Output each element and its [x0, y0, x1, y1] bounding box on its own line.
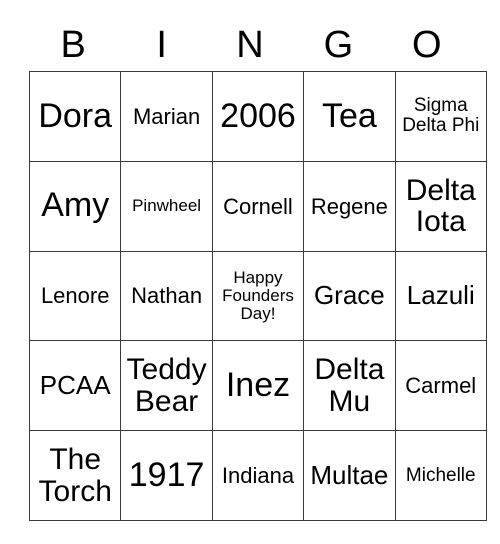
- bingo-header-letter-o: O: [412, 23, 442, 66]
- bingo-cell-label: Inez: [225, 365, 291, 404]
- bingo-cell-label: Lenore: [40, 283, 110, 309]
- bingo-row: The Torch 1917 Indiana Multae Michelle: [28, 430, 487, 521]
- bingo-header-letter-b: B: [60, 23, 86, 66]
- bingo-cell[interactable]: Pinwheel: [120, 160, 213, 252]
- bingo-cell-label: Multae: [310, 459, 389, 490]
- bingo-cell[interactable]: The Torch: [28, 430, 122, 521]
- bingo-cell[interactable]: Indiana: [211, 430, 305, 521]
- bingo-cell[interactable]: Nathan: [120, 250, 213, 342]
- bingo-cell[interactable]: Lazuli: [394, 250, 487, 342]
- bingo-cell-label: Nathan: [131, 283, 203, 309]
- bingo-cell-label: Cornell: [223, 193, 293, 219]
- bingo-cell-label: Delta Mu: [314, 353, 385, 418]
- bingo-cell-label: 2006: [220, 96, 296, 135]
- bingo-cell[interactable]: Sigma Delta Phi: [394, 71, 487, 162]
- bingo-cell[interactable]: 1917: [120, 430, 213, 521]
- bingo-cell[interactable]: Lenore: [28, 250, 122, 342]
- bingo-cell-label: PCAA: [39, 370, 111, 401]
- bingo-cell-label: Lazuli: [406, 280, 475, 311]
- bingo-row: Dora Marian 2006 Tea Sigma Delta Phi: [28, 71, 487, 162]
- bingo-cell-label: Grace: [313, 280, 385, 311]
- bingo-cell-label: Regene: [310, 193, 388, 219]
- bingo-cell[interactable]: Delta Iota: [394, 160, 487, 252]
- bingo-header-letter-i: I: [156, 23, 167, 66]
- bingo-card: B I N G O Dora Marian 2006 Tea Sigma Del…: [28, 18, 487, 521]
- bingo-cell[interactable]: Multae: [303, 430, 396, 521]
- bingo-row: Amy Pinwheel Cornell Regene Delta Iota: [28, 160, 487, 252]
- bingo-cell[interactable]: Tea: [303, 71, 396, 162]
- bingo-cell-label: Tea: [321, 96, 377, 135]
- bingo-cell[interactable]: Dora: [28, 71, 122, 162]
- bingo-cell[interactable]: Marian: [120, 71, 213, 162]
- bingo-cell-label: Sigma Delta Phi: [402, 95, 480, 137]
- bingo-header-letter-n: N: [236, 23, 264, 66]
- bingo-cell-label: Pinwheel: [132, 196, 202, 216]
- bingo-cell[interactable]: Regene: [303, 160, 396, 252]
- bingo-header-letter-g: G: [323, 23, 354, 66]
- bingo-cell-label: Delta Iota: [405, 173, 476, 239]
- bingo-cell-label: The Torch: [38, 443, 112, 508]
- bingo-cell-label: Amy: [41, 186, 110, 225]
- bingo-cell[interactable]: Grace: [303, 250, 396, 342]
- bingo-cell[interactable]: Delta Mu: [303, 340, 396, 432]
- bingo-cell[interactable]: PCAA: [28, 340, 122, 432]
- bingo-cell-label: Dora: [38, 96, 113, 135]
- bingo-header-row: B I N G O: [29, 18, 471, 71]
- bingo-cell-label: Happy Founders Day!: [222, 268, 294, 323]
- bingo-row: PCAA Teddy Bear Inez Delta Mu Carmel: [28, 340, 487, 432]
- bingo-cell-free[interactable]: Happy Founders Day!: [211, 250, 305, 342]
- bingo-cell[interactable]: Cornell: [211, 160, 305, 252]
- bingo-row: Lenore Nathan Happy Founders Day! Grace …: [28, 250, 487, 342]
- bingo-cell[interactable]: Michelle: [394, 430, 487, 521]
- bingo-cell[interactable]: 2006: [211, 71, 305, 162]
- bingo-cell-label: Michelle: [405, 464, 476, 486]
- bingo-cell-label: Carmel: [405, 373, 477, 399]
- bingo-cell[interactable]: Teddy Bear: [120, 340, 213, 432]
- bingo-cell-label: Teddy Bear: [126, 353, 207, 418]
- bingo-cell-label: Marian: [132, 103, 201, 129]
- bingo-cell[interactable]: Amy: [28, 160, 122, 252]
- bingo-cell-label: Indiana: [221, 463, 295, 489]
- bingo-grid: Dora Marian 2006 Tea Sigma Delta Phi Amy…: [28, 71, 487, 521]
- bingo-cell[interactable]: Carmel: [394, 340, 487, 432]
- bingo-cell[interactable]: Inez: [211, 340, 305, 432]
- bingo-cell-label: 1917: [128, 455, 205, 494]
